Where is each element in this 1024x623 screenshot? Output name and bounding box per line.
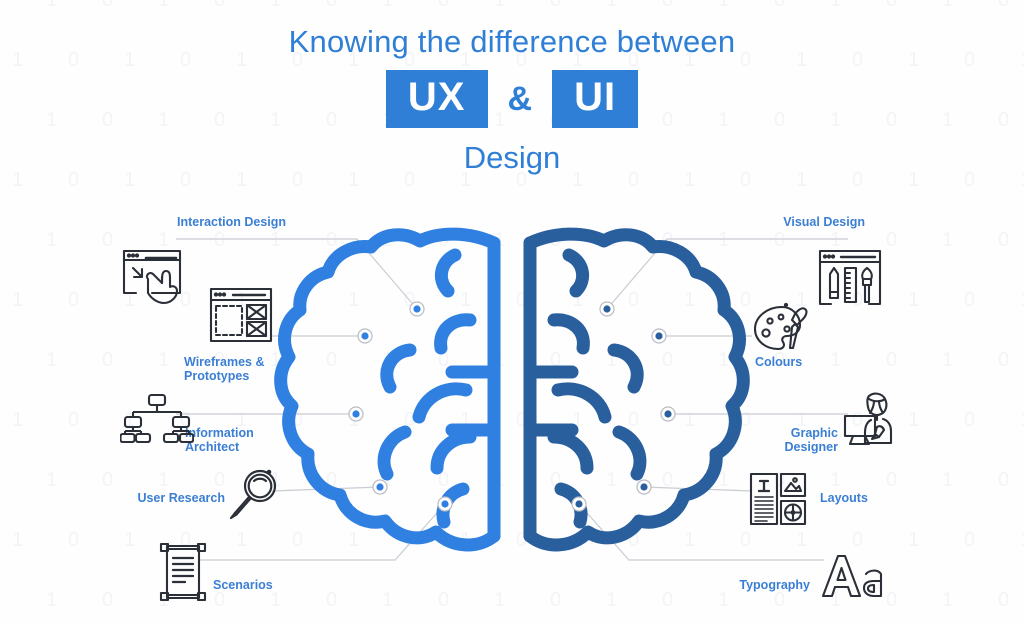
label-graphic-designer: Graphic Designer	[784, 426, 839, 454]
node-typography	[571, 496, 587, 512]
page-title-line2: Design	[463, 140, 561, 175]
magnifier-icon	[229, 469, 277, 520]
left-hemisphere	[274, 227, 501, 552]
node-colours	[651, 328, 667, 344]
node-scenarios	[437, 496, 453, 512]
typography-aa-icon	[821, 554, 883, 598]
node-graphic-designer	[660, 406, 676, 422]
label-wireframes-prototypes: Wireframes & Prototypes	[184, 355, 265, 383]
label-layouts: Layouts	[820, 491, 868, 505]
page-title-line1: Knowing the difference between	[288, 24, 736, 59]
palette-icon	[753, 302, 808, 351]
designer-person-icon	[843, 392, 893, 446]
label-information-architect: Information Architect	[185, 426, 254, 454]
node-information-architect	[348, 406, 364, 422]
node-layouts	[636, 479, 652, 495]
node-visual-design	[599, 301, 615, 317]
design-tools-icon	[818, 249, 882, 306]
cursor-window-icon	[122, 249, 182, 305]
badge-row: UX & UI	[0, 70, 1024, 128]
label-colours: Colours	[755, 355, 803, 369]
node-interaction-design	[409, 301, 425, 317]
scroll-icon	[159, 542, 207, 602]
label-typography: Typography	[739, 578, 810, 592]
ux-badge: UX	[385, 70, 488, 128]
ampersand: &	[507, 79, 533, 118]
right-hemisphere	[523, 227, 750, 552]
node-wireframes-prototypes	[357, 328, 373, 344]
ui-badge: UI	[552, 70, 639, 128]
label-user-research: User Research	[137, 491, 225, 505]
label-visual-design: Visual Design	[783, 215, 865, 229]
label-scenarios: Scenarios	[213, 578, 273, 592]
infographic-canvas: 0101010101010101010101010101010101010101…	[0, 0, 1024, 623]
layout-grid-icon	[749, 472, 807, 526]
header: Knowing the difference between UX & UI D…	[0, 0, 1024, 176]
node-user-research	[372, 479, 388, 495]
wireframe-icon	[209, 287, 273, 343]
sitemap-icon	[120, 393, 194, 444]
label-interaction-design: Interaction Design	[177, 215, 287, 229]
